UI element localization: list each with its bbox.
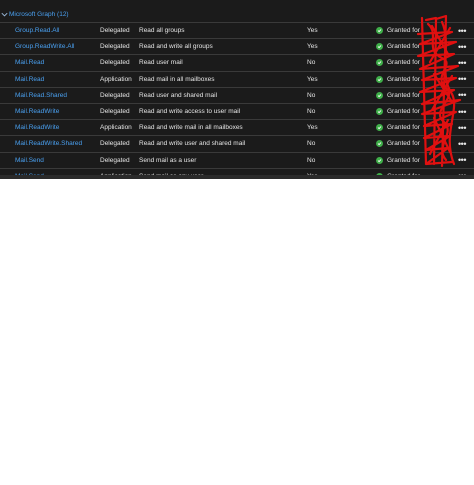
more-horizontal-icon[interactable]: ••• xyxy=(456,26,468,36)
group-header-microsoft-graph[interactable]: Microsoft Graph (12) xyxy=(0,7,69,21)
permission-description: Read and write user and shared mail xyxy=(139,140,246,148)
permission-name-link[interactable]: Mail.ReadWrite xyxy=(15,108,59,115)
permission-description: Read and write all groups xyxy=(139,43,213,51)
table-row: Mail.ReadWrite Delegated Read and write ac… xyxy=(0,102,474,119)
horizontal-scrollbar[interactable] xyxy=(0,175,474,179)
permission-name-link[interactable]: Group.Read.All xyxy=(15,27,59,34)
consent-status: Granted for xyxy=(376,43,420,51)
permission-description: Read user mail xyxy=(139,59,183,67)
admin-consent-required: No xyxy=(307,140,316,148)
table-row: Mail.Send Delegated Send mail as a user No G… xyxy=(0,151,474,168)
consent-status: Granted for xyxy=(376,91,420,99)
table-row: Mail.Read Delegated Read user mail No Grante… xyxy=(0,54,474,70)
permission-type: Delegated xyxy=(100,27,130,35)
consent-status-text: Granted for xyxy=(387,27,420,35)
permission-type: Application xyxy=(100,75,132,83)
table-row: Mail.Read Application Read mail in all mai… xyxy=(0,70,474,87)
permission-description: Send mail as a user xyxy=(139,156,197,164)
permission-description: Read mail in all mailboxes xyxy=(139,75,215,83)
consent-status-text: Granted for xyxy=(387,75,420,83)
table-row: Group.ReadWrite.All Delegated Read and wri… xyxy=(0,38,474,54)
table-row: Group.Read.All Delegated Read all groups Ye… xyxy=(0,22,474,38)
more-horizontal-icon[interactable]: ••• xyxy=(456,123,468,133)
permission-name-link[interactable]: Group.ReadWrite.All xyxy=(15,43,75,50)
more-horizontal-icon[interactable]: ••• xyxy=(456,58,468,68)
permission-type: Delegated xyxy=(100,108,130,116)
permission-name-link[interactable]: Mail.ReadWrite xyxy=(15,124,59,131)
consent-status: Granted for xyxy=(376,140,420,148)
api-permissions-panel: Microsoft Graph (12) Group.Read.All Deleg… xyxy=(0,0,474,179)
permission-description: Read all groups xyxy=(139,27,185,35)
consent-status: Granted for xyxy=(376,124,420,132)
admin-consent-required: Yes xyxy=(307,124,318,132)
consent-status: Granted for xyxy=(376,27,420,35)
consent-status-text: Granted for xyxy=(387,124,420,132)
permission-name-link[interactable]: Mail.Read xyxy=(15,76,44,83)
group-label: Microsoft Graph (12) xyxy=(9,10,69,18)
admin-consent-required: No xyxy=(307,108,316,116)
permissions-table: Group.Read.All Delegated Read all groups Ye… xyxy=(0,22,474,179)
permission-description: Read and write mail in all mailboxes xyxy=(139,124,243,132)
table-row: Mail.ReadWrite.Shared Delegated Read and w… xyxy=(0,135,474,151)
admin-consent-required: No xyxy=(307,156,316,164)
check-circle-icon xyxy=(376,91,383,99)
permission-type: Delegated xyxy=(100,156,130,164)
table-row: Mail.ReadWrite Application Read and write … xyxy=(0,119,474,135)
more-horizontal-icon[interactable]: ••• xyxy=(456,155,468,165)
consent-status: Granted for xyxy=(376,75,420,83)
admin-consent-required: Yes xyxy=(307,27,318,35)
admin-consent-required: No xyxy=(307,91,316,99)
more-horizontal-icon[interactable]: ••• xyxy=(456,139,468,149)
permission-type: Delegated xyxy=(100,91,130,99)
permission-name-link[interactable]: Mail.Send xyxy=(15,157,44,164)
consent-status-text: Granted for xyxy=(387,43,420,51)
permission-type: Application xyxy=(100,124,132,132)
more-horizontal-icon[interactable]: ••• xyxy=(456,107,468,117)
admin-consent-required: No xyxy=(307,59,316,67)
check-circle-icon xyxy=(376,27,383,35)
permission-name-link[interactable]: Mail.ReadWrite.Shared xyxy=(15,140,82,147)
consent-status: Granted for xyxy=(376,156,420,164)
more-horizontal-icon[interactable]: ••• xyxy=(456,90,468,100)
permission-name-link[interactable]: Mail.Read.Shared xyxy=(15,92,67,99)
consent-status: Granted for xyxy=(376,108,420,116)
check-circle-icon xyxy=(376,108,383,116)
check-circle-icon xyxy=(376,59,383,67)
check-circle-icon xyxy=(376,156,383,164)
consent-status-text: Granted for xyxy=(387,140,420,148)
check-circle-icon xyxy=(376,75,383,83)
permission-type: Delegated xyxy=(100,140,130,148)
consent-status-text: Granted for xyxy=(387,59,420,67)
consent-status-text: Granted for xyxy=(387,91,420,99)
permission-type: Delegated xyxy=(100,43,130,51)
consent-status-text: Granted for xyxy=(387,156,420,164)
more-horizontal-icon[interactable]: ••• xyxy=(456,42,468,52)
check-circle-icon xyxy=(376,43,383,51)
permission-name-link[interactable]: Mail.Read xyxy=(15,59,44,66)
permission-description: Read user and shared mail xyxy=(139,91,218,99)
check-circle-icon xyxy=(376,140,383,148)
admin-consent-required: Yes xyxy=(307,75,318,83)
check-circle-icon xyxy=(376,124,383,132)
admin-consent-required: Yes xyxy=(307,43,318,51)
consent-status: Granted for xyxy=(376,59,420,67)
chevron-down-icon[interactable] xyxy=(0,10,9,19)
consent-status-text: Granted for xyxy=(387,108,420,116)
permission-type: Delegated xyxy=(100,59,130,67)
more-horizontal-icon[interactable]: ••• xyxy=(456,74,468,84)
table-row: Mail.Read.Shared Delegated Read user and s… xyxy=(0,86,474,103)
permission-description: Read and write access to user mail xyxy=(139,108,241,116)
